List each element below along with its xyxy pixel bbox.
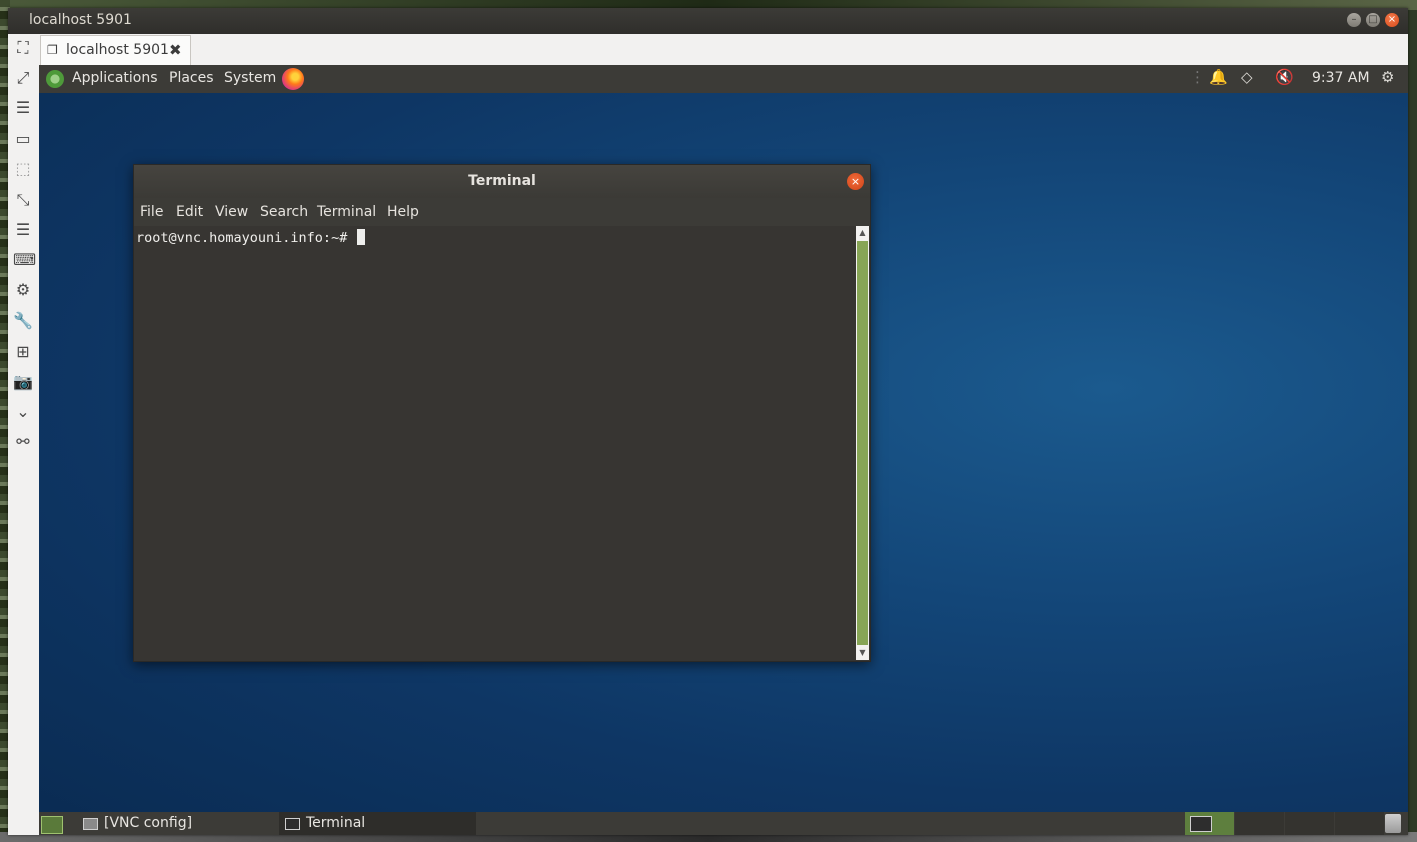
keyboard-icon[interactable]: ⌨ <box>13 250 36 270</box>
volume-muted-icon[interactable]: 🔇 <box>1275 68 1294 86</box>
remote-desktop-view[interactable]: Applications Places System ⋮ 🔔 ◇ 🔇 9:37 … <box>39 65 1408 835</box>
system-gear-icon[interactable]: ⚙ <box>1381 68 1394 86</box>
new-connection-icon[interactable]: ⊞ <box>13 342 33 362</box>
scrollbar-thumb[interactable] <box>857 241 868 645</box>
wifi-icon[interactable]: ◇ <box>1241 68 1253 86</box>
more-menu-icon[interactable]: ☰ <box>13 220 33 240</box>
close-window-button[interactable]: × <box>1385 13 1399 27</box>
focus-mode-icon[interactable]: ⛶ <box>13 38 33 58</box>
resize-icon[interactable]: ⤡ <box>13 190 33 210</box>
task-label: [VNC config] <box>104 815 193 831</box>
preferences-icon[interactable]: ⚙ <box>13 280 33 300</box>
task-label: Terminal <box>306 815 366 831</box>
fullscreen-icon[interactable]: ⤢ <box>13 68 33 88</box>
system-menu[interactable]: System <box>224 70 276 86</box>
text-cursor <box>357 229 366 245</box>
workspace-terminal-thumb <box>1190 816 1212 832</box>
terminal-close-icon[interactable]: × <box>847 173 864 190</box>
workspace-1[interactable] <box>1185 812 1234 835</box>
show-desktop-icon[interactable] <box>41 816 63 834</box>
scroll-up-icon[interactable]: ▲ <box>856 226 869 240</box>
menu-terminal[interactable]: Terminal <box>317 204 376 220</box>
shell-prompt-text: root@vnc.homayouni.info:~# <box>136 230 356 246</box>
task-terminal[interactable]: Terminal <box>279 812 476 835</box>
tab-bar: ❐ localhost 5901 ✖ <box>39 34 1408 66</box>
window-titlebar[interactable]: localhost 5901 – □ × <box>8 8 1408 34</box>
workspace-4[interactable] <box>1335 812 1384 835</box>
gnome-top-panel: Applications Places System ⋮ 🔔 ◇ 🔇 9:37 … <box>39 65 1408 93</box>
tab-close-icon[interactable]: ✖ <box>169 41 182 59</box>
applications-menu[interactable]: Applications <box>72 70 158 86</box>
tab-window-icon: ❐ <box>47 43 58 57</box>
menu-search[interactable]: Search <box>260 204 308 220</box>
terminal-icon <box>285 818 300 830</box>
menu-file[interactable]: File <box>140 204 163 220</box>
tab-label: localhost 5901 <box>66 42 169 58</box>
minimize-button[interactable]: – <box>1347 13 1361 27</box>
trash-icon[interactable] <box>1385 814 1401 833</box>
places-menu[interactable]: Places <box>169 70 214 86</box>
terminal-titlebar[interactable]: Terminal <box>134 165 870 198</box>
terminal-menubar: File Edit View Search Terminal Help <box>134 198 870 226</box>
menu-view[interactable]: View <box>215 204 248 220</box>
window-icon <box>83 818 98 830</box>
terminal-scrollbar[interactable]: ▲ ▼ <box>856 226 869 660</box>
tools-icon[interactable]: 🔧 <box>13 311 33 331</box>
terminal-output[interactable]: root@vnc.homayouni.info:~# <box>134 226 855 661</box>
window-icon[interactable]: ▭ <box>13 129 33 149</box>
remmina-window: localhost 5901 – □ × ⛶ ⤢ ☰ ▭ ⬚ ⤡ ☰ ⌨ ⚙ 🔧… <box>8 8 1408 835</box>
terminal-window: Terminal × File Edit View Search Termina… <box>133 164 871 662</box>
menu-icon[interactable]: ☰ <box>13 98 33 118</box>
task-vnc-config[interactable]: [VNC config] <box>77 812 273 835</box>
shell-prompt: root@vnc.homayouni.info:~# <box>136 229 366 246</box>
gnome-bottom-panel: [VNC config] Terminal <box>39 812 1408 835</box>
chevron-down-icon[interactable]: ⌄ <box>13 402 33 422</box>
notification-bell-icon[interactable]: 🔔 <box>1209 68 1228 86</box>
clock[interactable]: 9:37 AM <box>1312 70 1370 86</box>
scroll-down-icon[interactable]: ▼ <box>856 646 869 660</box>
window-title: localhost 5901 <box>29 12 132 28</box>
terminal-title: Terminal <box>468 173 536 189</box>
disconnect-icon[interactable]: ⚯ <box>13 432 33 452</box>
remmina-side-toolbar: ⛶ ⤢ ☰ ▭ ⬚ ⤡ ☰ ⌨ ⚙ 🔧 ⊞ 📷 ⌄ ⚯ <box>8 34 40 835</box>
workspace-3[interactable] <box>1285 812 1334 835</box>
firefox-launcher-icon[interactable] <box>282 68 304 90</box>
maximize-button[interactable]: □ <box>1366 13 1380 27</box>
ubuntu-logo-icon[interactable] <box>46 70 64 88</box>
screenshot-icon[interactable]: 📷 <box>13 372 33 392</box>
workspace-2[interactable] <box>1235 812 1284 835</box>
scaled-icon[interactable]: ⬚ <box>13 159 33 179</box>
menu-help[interactable]: Help <box>387 204 419 220</box>
menu-edit[interactable]: Edit <box>176 204 203 220</box>
tab-localhost-5901[interactable]: ❐ localhost 5901 ✖ <box>40 35 191 65</box>
panel-handle-icon: ⋮ <box>1190 68 1205 86</box>
